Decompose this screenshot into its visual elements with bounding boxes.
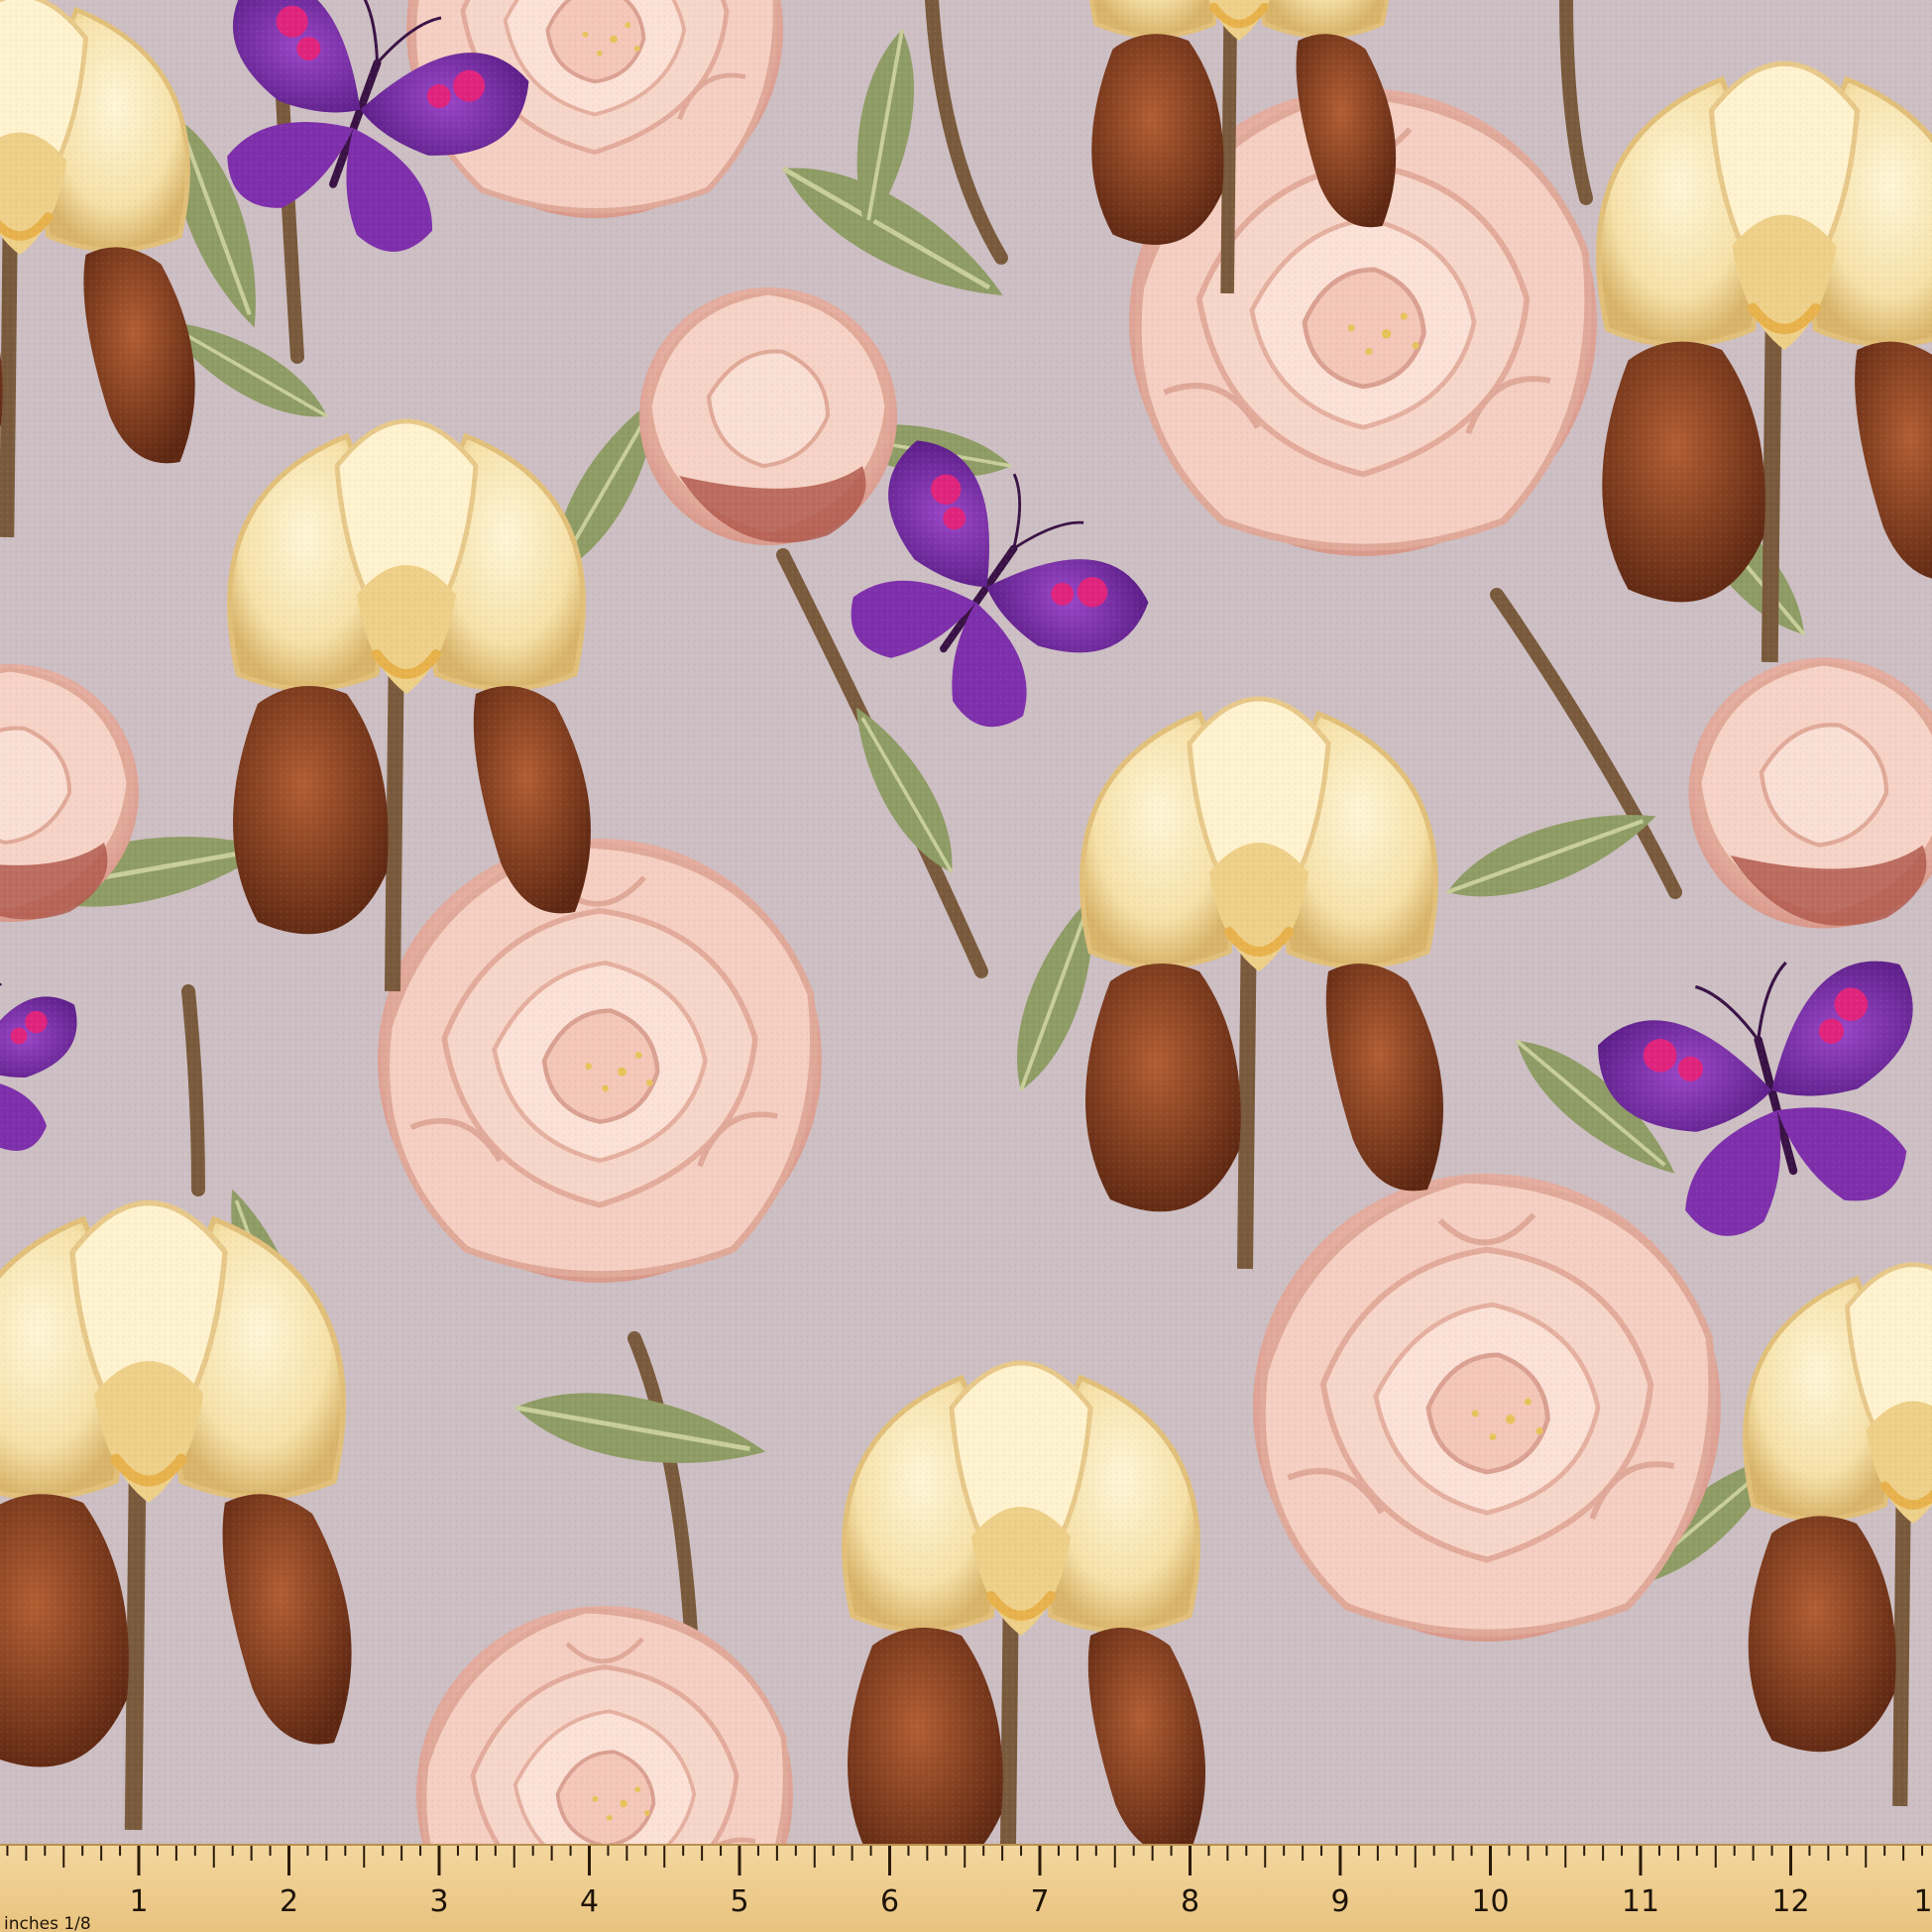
ruler-scale: 1 2 3 4 5 6 7 8 9 10 11 12 1inches 1/8: [4, 1846, 1932, 1932]
ruler-number: 9: [1330, 1884, 1349, 1919]
ruler-number: 12: [1771, 1884, 1809, 1919]
ruler-number: 5: [730, 1884, 748, 1919]
ruler-number: 7: [1030, 1884, 1049, 1919]
ruler-number: 10: [1471, 1884, 1509, 1919]
ruler-number: 6: [880, 1884, 899, 1919]
floral-pattern: [0, 0, 1932, 1844]
ruler-number: 11: [1622, 1884, 1659, 1919]
ruler-number: 1: [1913, 1884, 1932, 1919]
measuring-ruler: 1 2 3 4 5 6 7 8 9 10 11 12 1 inches 1/8: [0, 1844, 1932, 1932]
ruler-number: 1: [129, 1884, 148, 1919]
ruler-number: 8: [1181, 1884, 1199, 1919]
ruler-number: 4: [580, 1884, 599, 1919]
ruler-unit-label: inches 1/8: [4, 1914, 91, 1932]
ruler-number: 3: [429, 1884, 448, 1919]
fabric-swatch: 1 2 3 4 5 6 7 8 9 10 11 12 1 inches 1/8: [0, 0, 1932, 1932]
ruler-number: 2: [280, 1884, 298, 1919]
